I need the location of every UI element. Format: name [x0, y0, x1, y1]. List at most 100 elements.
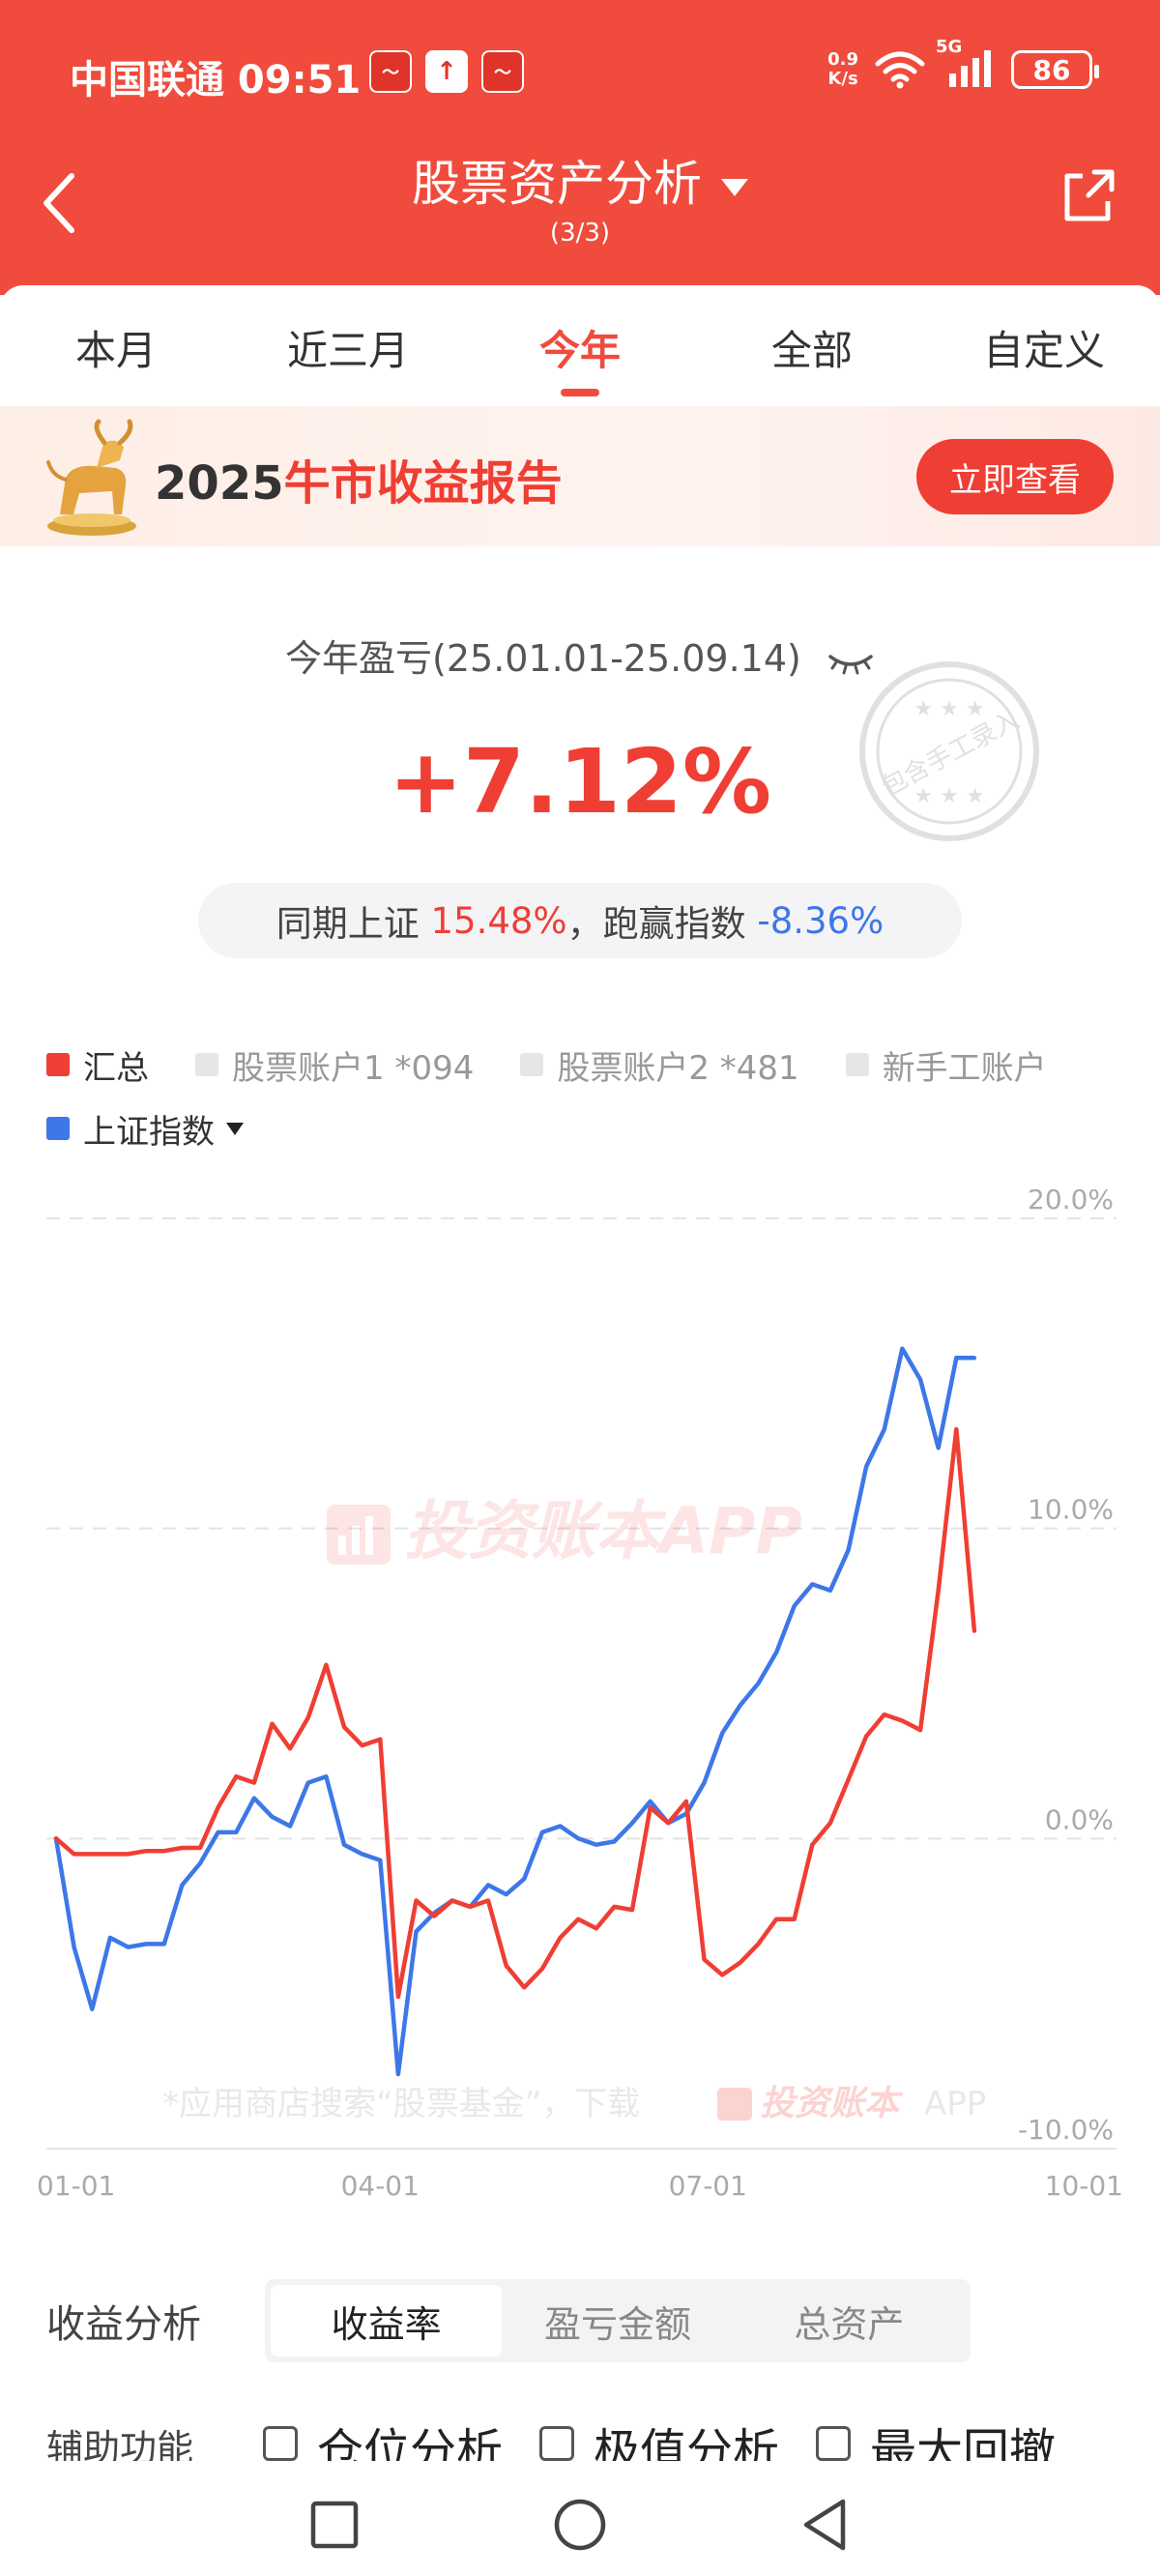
legend-item-account-1[interactable]: 股票账户1 *094: [195, 1041, 474, 1089]
legend-label-account-1: 股票账户1 *094: [232, 1048, 475, 1088]
tab-all[interactable]: 全部: [696, 285, 928, 406]
legend-swatch-total: [46, 1053, 70, 1076]
position-analysis-checkbox[interactable]: 仓位分析: [263, 2413, 503, 2461]
legend-swatch-index: [46, 1117, 70, 1140]
checkbox-icon: [539, 2426, 575, 2461]
cellular-signal: 5G: [936, 37, 996, 91]
battery-icon: 86: [1011, 50, 1099, 89]
y-tick-label: 10.0%: [1028, 1494, 1114, 1526]
network-speed: 0.9 K/s: [827, 50, 858, 89]
x-tick-label: 07-01: [669, 2170, 747, 2202]
index-selector[interactable]: 上证指数: [46, 1105, 244, 1153]
legend-label-total: 汇总: [83, 1048, 149, 1088]
index-comparison: 同期上证 15.48%， 跑赢指数 -8.36%: [198, 883, 962, 958]
tab-custom[interactable]: 自定义: [928, 285, 1160, 406]
segment-profit-amount[interactable]: 盈亏金额: [502, 2285, 733, 2356]
svg-text:★ ★ ★: ★ ★ ★: [914, 697, 984, 721]
segment-total-assets[interactable]: 总资产: [734, 2285, 965, 2356]
series-line-index: [53, 1346, 977, 2077]
beat-index-value: -8.36%: [757, 899, 884, 942]
return-chart[interactable]: 投资账本APP *应用商店搜索“股票基金”，下载 投资账本 APP 20.0% 1…: [0, 1189, 1160, 2214]
banner-year: 2025: [155, 456, 284, 511]
network-speed-value: 0.9: [827, 49, 858, 70]
chart-legend: 汇总 股票账户1 *094 股票账户2 *481 新手工账户 上证指数: [46, 1039, 1129, 1167]
notification-icons: 〜 ↑ 〜: [369, 50, 524, 93]
return-analysis-label: 收益分析: [46, 2302, 201, 2347]
return-analysis-row: 收益分析 收益率 盈亏金额 总资产: [46, 2277, 1119, 2364]
compare-label: 同期上证: [276, 903, 420, 945]
title-bar: 股票资产分析 (3/3): [0, 135, 1160, 271]
recent-apps-button[interactable]: [290, 2480, 377, 2567]
network-speed-unit: K/s: [827, 69, 858, 89]
battery-level: 86: [1032, 53, 1071, 86]
beat-index-label: 跑赢指数: [602, 903, 746, 945]
page-title-dropdown[interactable]: 股票资产分析: [0, 145, 1160, 215]
status-bar: 中国联通 09:51 〜 ↑ 〜 0.9 K/s 5G 86: [0, 37, 1160, 106]
segment-return-rate[interactable]: 收益率: [271, 2285, 503, 2356]
legend-label-account-2: 股票账户2 *481: [557, 1048, 799, 1088]
y-tick-label: 20.0%: [1028, 1189, 1114, 1215]
upload-icon: ↑: [425, 50, 468, 93]
page-title: 股票资产分析: [412, 156, 702, 212]
banner-highlight: 牛市收益报告: [283, 456, 563, 511]
footer-app-text: APP: [924, 2085, 986, 2123]
watermark-text: 投资账本APP: [404, 1494, 802, 1568]
tab-this-year[interactable]: 今年: [464, 285, 696, 406]
position-analysis-label: 仓位分析: [317, 2424, 504, 2461]
legend-swatch-manual-account: [845, 1053, 869, 1076]
legend-item-account-2[interactable]: 股票账户2 *481: [520, 1041, 799, 1089]
app-notification-icon: 〜: [369, 50, 412, 93]
bull-market-banner[interactable]: 2025牛市收益报告 立即查看: [0, 406, 1160, 546]
x-tick-label: 04-01: [341, 2170, 420, 2202]
legend-label-manual-account: 新手工账户: [882, 1048, 1047, 1088]
share-button[interactable]: [1054, 162, 1121, 230]
chevron-down-icon: [226, 1122, 244, 1135]
golden-bull-icon: [46, 419, 136, 536]
max-drawdown-checkbox[interactable]: 最大回撤: [816, 2413, 1056, 2461]
max-drawdown-label: 最大回撤: [870, 2424, 1057, 2461]
compare-separator: ，: [566, 903, 603, 945]
carrier-time: 中国联通 09:51: [70, 58, 362, 102]
footer-note-text: *应用商店搜索“股票基金”，下载: [162, 2085, 640, 2123]
legend-item-manual-account[interactable]: 新手工账户: [845, 1041, 1047, 1089]
profit-percentage: +7.12%: [388, 730, 772, 834]
chart-watermark: 投资账本APP: [327, 1494, 802, 1568]
y-tick-label: 0.0%: [1045, 1803, 1114, 1835]
extreme-value-label: 极值分析: [594, 2424, 780, 2461]
checkbox-icon: [263, 2426, 298, 2461]
wifi-icon: [875, 51, 925, 89]
chart-axes: 20.0% 10.0% 0.0% -10.0% 01-01 04-01 07-01 10-01: [37, 1189, 1123, 2202]
legend-swatch-account-2: [520, 1053, 544, 1076]
view-report-button[interactable]: 立即查看: [916, 439, 1114, 514]
app-header: 中国联通 09:51 〜 ↑ 〜 0.9 K/s 5G 86 股票资产分析 (3…: [0, 0, 1160, 295]
footer-brand-text: 投资账本: [760, 2084, 904, 2123]
system-status: 0.9 K/s 5G 86: [827, 37, 1099, 91]
period-label-text: 今年盈亏(25.01.01-25.09.14): [285, 637, 801, 680]
chevron-down-icon: [721, 178, 748, 196]
y-tick-label: -10.0%: [1018, 2114, 1114, 2146]
auxiliary-functions-label: 辅助功能: [46, 2427, 194, 2461]
analysis-segment-control: 收益率 盈亏金额 总资产: [265, 2279, 971, 2362]
extreme-value-checkbox[interactable]: 极值分析: [539, 2413, 779, 2461]
legend-item-total[interactable]: 汇总: [46, 1041, 149, 1089]
return-chart-svg: 投资账本APP *应用商店搜索“股票基金”，下载 投资账本 APP 20.0%1…: [37, 1189, 1123, 2202]
index-return-value: 15.48%: [430, 899, 567, 942]
chart-footer-note: *应用商店搜索“股票基金”，下载 投资账本 APP: [162, 2084, 986, 2123]
network-type: 5G: [936, 37, 963, 57]
home-button[interactable]: [536, 2480, 624, 2567]
period-tabs: 本月 近三月 今年 全部 自定义: [0, 285, 1160, 406]
page-counter: (3/3): [549, 219, 611, 248]
checkbox-icon: [816, 2426, 852, 2461]
chart-series: [53, 1346, 977, 2077]
tab-last-three-months[interactable]: 近三月: [232, 285, 464, 406]
x-tick-label: 01-01: [37, 2170, 115, 2202]
banner-title: 2025牛市收益报告: [155, 445, 563, 512]
app-notification-icon-2: 〜: [481, 50, 524, 93]
back-nav-button[interactable]: [783, 2480, 870, 2567]
system-navigation-bar: [0, 2461, 1160, 2576]
legend-label-index: 上证指数: [83, 1112, 215, 1152]
auxiliary-functions-row: 辅助功能 仓位分析 极值分析 最大回撤: [46, 2413, 1160, 2461]
legend-swatch-account-1: [195, 1053, 218, 1076]
x-tick-label: 10-01: [1045, 2170, 1123, 2202]
tab-this-month[interactable]: 本月: [0, 285, 232, 406]
